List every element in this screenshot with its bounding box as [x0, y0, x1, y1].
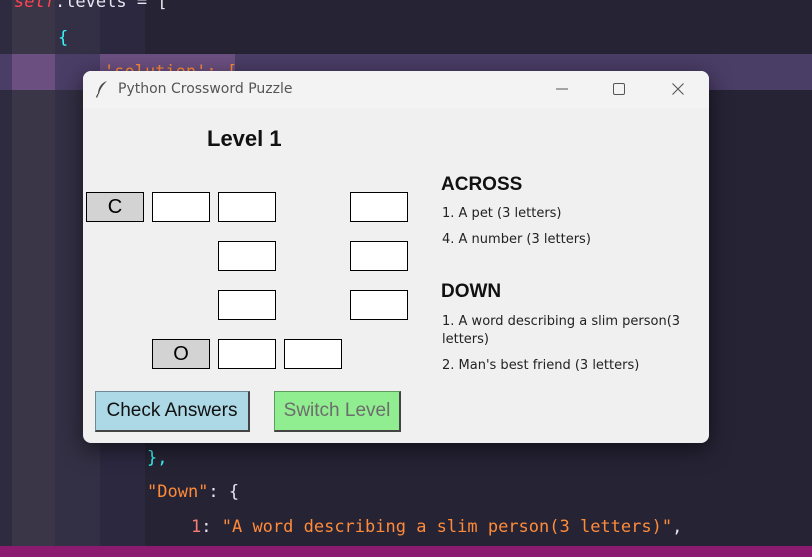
code-line-levels: self.levels = [ — [14, 0, 168, 12]
title-bar[interactable]: Python Crossword Puzzle — [83, 71, 709, 108]
level-title: Level 1 — [207, 126, 282, 151]
feather-icon — [95, 80, 109, 98]
minimize-icon — [556, 80, 568, 99]
code-line-clue: 1: "A word describing a slim person(3 le… — [191, 517, 682, 537]
grid-cell-input[interactable] — [218, 339, 276, 369]
code-keyword-self: self — [14, 0, 55, 12]
crossword-window: Python Crossword Puzzle Level 1 C O ACROS… — [83, 71, 709, 443]
window-title: Python Crossword Puzzle — [118, 81, 293, 97]
grid-cell-input[interactable] — [284, 339, 342, 369]
down-clue-2: 2. Man's best friend (3 letters) — [442, 358, 640, 373]
highlight-cell — [12, 54, 55, 90]
close-button[interactable] — [655, 71, 701, 108]
status-bar — [0, 546, 812, 557]
grid-cell-given: O — [152, 339, 210, 369]
code-line-close-brace: }, — [147, 448, 168, 468]
code-string-clue: "A word describing a slim person(3 lette… — [221, 517, 673, 537]
grid-cell-input[interactable] — [218, 192, 276, 222]
code-punct: : { — [208, 482, 240, 502]
down-heading: DOWN — [441, 281, 502, 302]
grid-cell-input[interactable] — [218, 241, 276, 271]
code-string-down: "Down" — [147, 482, 209, 502]
across-heading: ACROSS — [441, 174, 523, 195]
check-answers-button[interactable]: Check Answers — [95, 391, 250, 432]
switch-level-button[interactable]: Switch Level — [274, 391, 401, 432]
grid-cell-input[interactable] — [350, 192, 408, 222]
close-icon — [672, 80, 684, 99]
across-clue-4: 4. A number (3 letters) — [442, 232, 591, 247]
grid-cell-given: C — [86, 192, 144, 222]
code-line-down: "Down": { — [147, 482, 239, 502]
grid-cell-input[interactable] — [152, 192, 210, 222]
grid-cell-input[interactable] — [350, 241, 408, 271]
maximize-button[interactable] — [596, 71, 642, 108]
grid-cell-input[interactable] — [350, 290, 408, 320]
code-number: 1 — [191, 517, 202, 537]
code-line-open-brace: { — [58, 28, 69, 48]
code-text: .levels = [ — [54, 0, 168, 12]
across-clue-1: 1. A pet (3 letters) — [442, 206, 562, 221]
grid-cell-input[interactable] — [218, 290, 276, 320]
code-punct: , — [672, 517, 683, 537]
minimize-button[interactable] — [539, 71, 585, 108]
down-clue-1: 1. A word describing a slim person(3 let… — [442, 314, 681, 347]
maximize-icon — [613, 80, 625, 99]
code-punct: : — [201, 517, 222, 537]
